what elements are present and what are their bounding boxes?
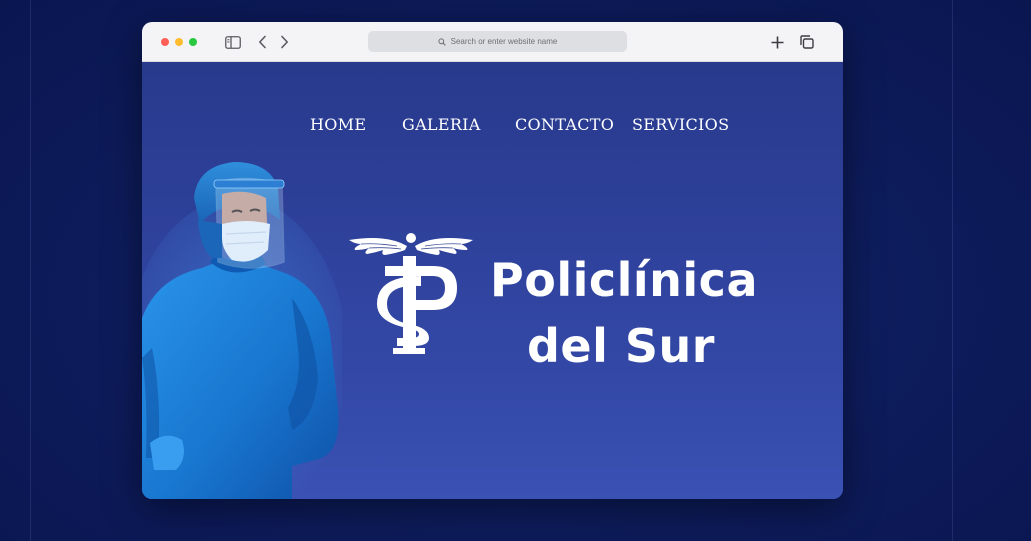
left-guide-line xyxy=(30,0,31,541)
brand-name-line2: del Sur xyxy=(527,319,715,373)
address-bar[interactable]: Search or enter website name xyxy=(368,31,627,52)
tabs-overview-icon[interactable] xyxy=(799,33,814,51)
sidebar-icon[interactable] xyxy=(224,33,241,51)
address-placeholder: Search or enter website name xyxy=(450,37,558,46)
website-viewport: HOME GALERIA CONTACTO SERVICIOS Policlín… xyxy=(142,62,843,499)
nav-item-contacto[interactable]: CONTACTO xyxy=(515,115,614,134)
brand-name-line1: Policlínica xyxy=(490,253,758,307)
nav-item-servicios[interactable]: SERVICIOS xyxy=(632,115,729,134)
nav-item-home[interactable]: HOME xyxy=(310,115,366,134)
browser-toolbar: Search or enter website name xyxy=(142,22,843,62)
right-guide-line xyxy=(952,0,953,541)
main-nav: HOME GALERIA CONTACTO SERVICIOS xyxy=(142,115,843,139)
nav-item-galeria[interactable]: GALERIA xyxy=(402,115,481,134)
forward-icon[interactable] xyxy=(278,33,290,51)
back-icon[interactable] xyxy=(256,33,268,51)
minimize-button[interactable] xyxy=(175,38,183,46)
medical-worker-image xyxy=(142,162,342,499)
search-icon xyxy=(438,37,446,46)
browser-window: Search or enter website name HOME GALERI… xyxy=(142,22,843,499)
close-button[interactable] xyxy=(161,38,169,46)
new-tab-icon[interactable] xyxy=(770,33,784,51)
caduceus-ps-logo xyxy=(349,233,473,354)
zoom-button[interactable] xyxy=(189,38,197,46)
